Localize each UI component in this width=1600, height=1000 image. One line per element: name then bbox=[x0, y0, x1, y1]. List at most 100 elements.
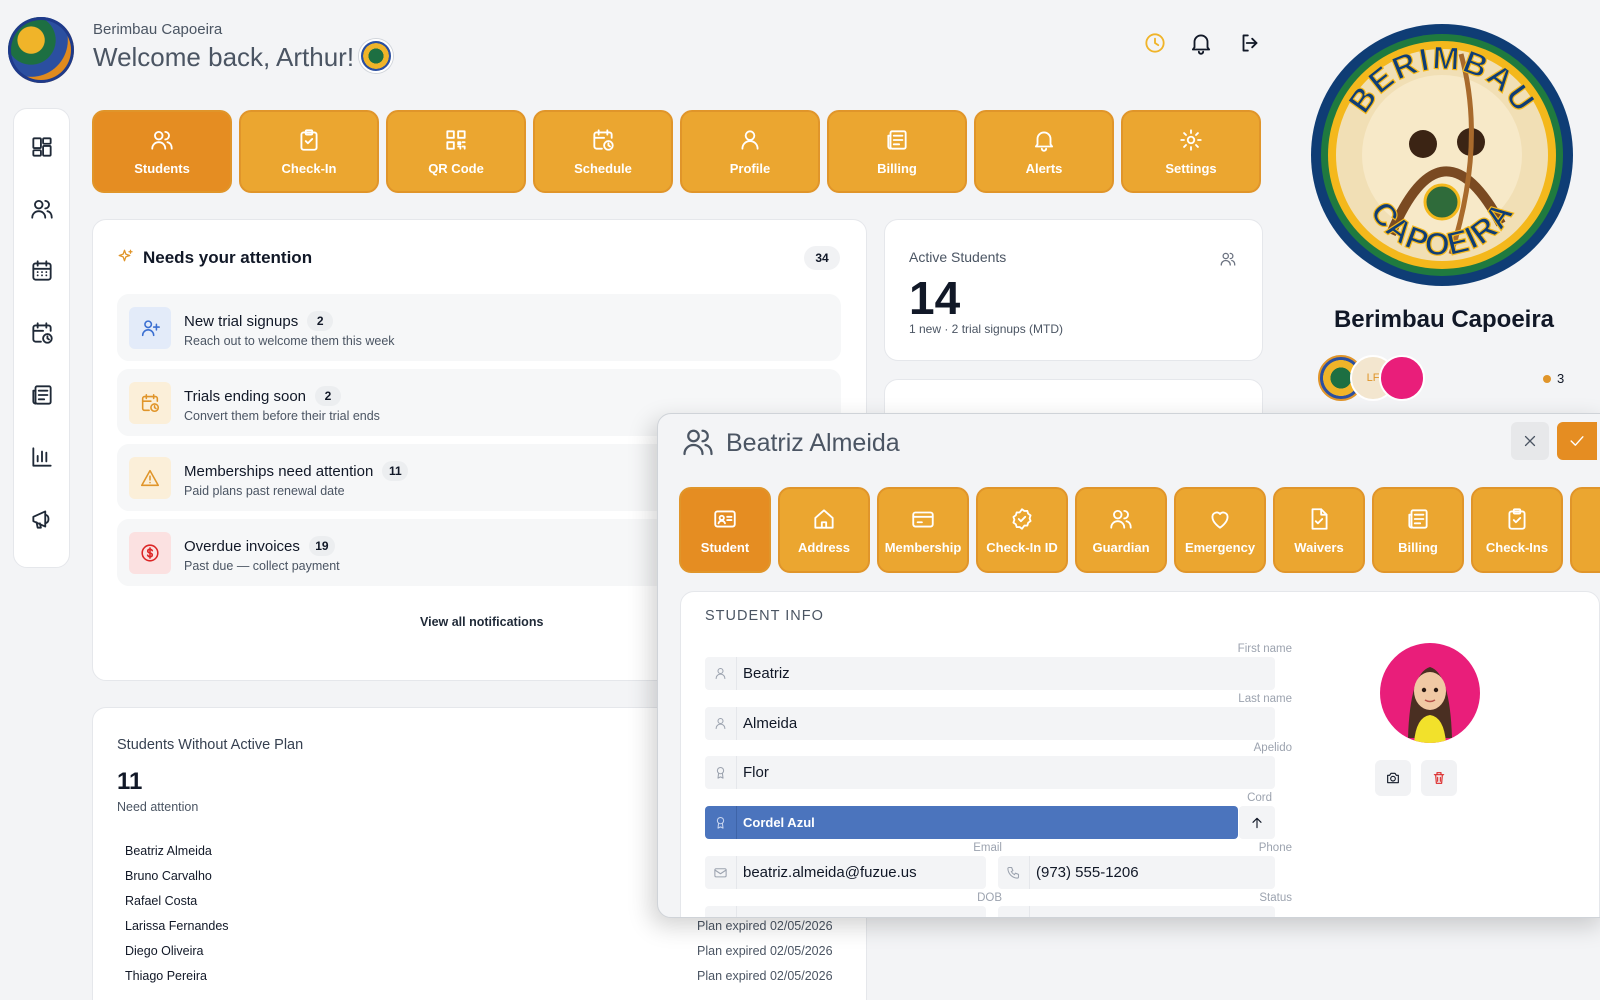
id-card-icon bbox=[714, 509, 736, 528]
tab-check-in-id[interactable]: Check-In ID bbox=[976, 487, 1068, 573]
tile-check-in[interactable]: Check-In bbox=[239, 110, 379, 193]
chart-icon[interactable] bbox=[29, 444, 55, 470]
first-name-field[interactable]: Beatriz bbox=[705, 657, 1275, 690]
tile-settings[interactable]: Settings bbox=[1121, 110, 1261, 193]
calendar-clock-icon bbox=[129, 382, 171, 424]
tile-label: Schedule bbox=[574, 161, 632, 176]
field-label: Last name bbox=[1238, 693, 1292, 705]
tile-billing[interactable]: Billing bbox=[827, 110, 967, 193]
calendar-icon bbox=[705, 906, 737, 917]
student-name[interactable]: Diego Oliveira bbox=[125, 944, 204, 958]
logout-icon[interactable] bbox=[1237, 30, 1263, 56]
tab-check-ins[interactable]: Check-Ins bbox=[1471, 487, 1563, 573]
mail-icon bbox=[705, 856, 737, 889]
close-icon bbox=[1524, 435, 1536, 447]
dollar-icon bbox=[129, 532, 171, 574]
attention-item-subtitle: Convert them before their trial ends bbox=[184, 409, 380, 423]
student-name[interactable]: Rafael Costa bbox=[125, 894, 197, 908]
megaphone-icon[interactable] bbox=[29, 506, 55, 532]
members-count: 3 bbox=[1557, 371, 1565, 386]
tile-profile[interactable]: Profile bbox=[680, 110, 820, 193]
tile-qr-code[interactable]: QR Code bbox=[386, 110, 526, 193]
user-avatar[interactable] bbox=[359, 39, 393, 73]
award-icon bbox=[705, 806, 737, 839]
first-name-value: Beatriz bbox=[743, 665, 790, 682]
tab-waivers[interactable]: Waivers bbox=[1273, 487, 1365, 573]
phone-field[interactable]: (973) 555-1206 bbox=[998, 856, 1275, 889]
status-field[interactable] bbox=[998, 906, 1275, 917]
field-label: Cord bbox=[1247, 792, 1272, 804]
cord-value: Cordel Azul bbox=[743, 815, 815, 830]
tab-label: Check-In ID bbox=[986, 539, 1058, 555]
field-label: Apelido bbox=[1253, 742, 1292, 754]
apelido-field[interactable]: Flor bbox=[705, 756, 1275, 789]
tab-label: Membership bbox=[884, 539, 962, 555]
attention-item-title: Overdue invoices bbox=[184, 537, 300, 555]
field-label: Status bbox=[1259, 892, 1292, 904]
view-all-notifications-link[interactable]: View all notifications bbox=[420, 615, 543, 629]
cord-select[interactable]: Cordel Azul bbox=[705, 806, 1238, 839]
user-icon bbox=[741, 130, 759, 150]
cord-sort-button[interactable] bbox=[1239, 806, 1275, 839]
tile-label: Check-In bbox=[281, 161, 337, 176]
tab-guardian[interactable]: Guardian bbox=[1075, 487, 1167, 573]
student-name[interactable]: Thiago Pereira bbox=[125, 969, 207, 983]
users-icon[interactable] bbox=[29, 196, 55, 222]
bell-icon bbox=[1034, 131, 1054, 152]
attention-item-count: 11 bbox=[382, 461, 409, 481]
member-avatar[interactable] bbox=[1379, 355, 1425, 401]
tab-address[interactable]: Address bbox=[778, 487, 870, 573]
attention-title: Needs your attention bbox=[143, 248, 313, 267]
heart-icon bbox=[1211, 511, 1229, 529]
bell-icon[interactable] bbox=[1188, 30, 1214, 56]
tab-label: Student bbox=[700, 539, 750, 555]
tab-emergency[interactable]: Emergency bbox=[1174, 487, 1266, 573]
capoeira-logo: BERIMBAU CAPOEIRA bbox=[1311, 24, 1573, 286]
tile-label: Students bbox=[134, 161, 190, 176]
attention-item-trial-signups[interactable]: New trial signups 2 Reach out to welcome … bbox=[117, 294, 841, 361]
tile-label: QR Code bbox=[428, 161, 484, 176]
student-name[interactable]: Beatriz Almeida bbox=[125, 844, 212, 858]
award-icon bbox=[705, 756, 737, 789]
attention-item-title: New trial signups bbox=[184, 312, 299, 330]
tile-label: Billing bbox=[877, 161, 917, 176]
field-label: First name bbox=[1237, 643, 1292, 655]
file-check-icon bbox=[1311, 507, 1328, 530]
calendar-clock-icon bbox=[593, 129, 614, 151]
student-name[interactable]: Larissa Fernandes bbox=[125, 919, 229, 933]
student-name[interactable]: Bruno Carvalho bbox=[125, 869, 212, 883]
tile-alerts[interactable]: Alerts bbox=[974, 110, 1114, 193]
tab-more[interactable] bbox=[1570, 487, 1600, 573]
dob-field[interactable] bbox=[705, 906, 986, 917]
tab-billing[interactable]: Billing bbox=[1372, 487, 1464, 573]
tab-label: Guardian bbox=[1092, 539, 1150, 555]
tile-students[interactable]: Students bbox=[92, 110, 232, 193]
tab-label: Billing bbox=[1398, 539, 1438, 555]
gear-icon bbox=[1180, 129, 1202, 151]
save-button[interactable] bbox=[1557, 422, 1597, 460]
phone-icon bbox=[998, 856, 1030, 889]
modal-title: Beatriz Almeida bbox=[726, 429, 900, 457]
tab-student[interactable]: Student bbox=[679, 487, 771, 573]
tab-membership[interactable]: Membership bbox=[877, 487, 969, 573]
schedule-icon[interactable] bbox=[29, 320, 55, 346]
upload-photo-button[interactable] bbox=[1375, 760, 1411, 796]
sidebar bbox=[13, 108, 70, 568]
kpi-subtitle: 1 new · 2 trial signups (MTD) bbox=[909, 322, 1064, 336]
news-icon[interactable] bbox=[29, 382, 55, 408]
close-button[interactable] bbox=[1511, 422, 1549, 460]
tab-label: Emergency bbox=[1184, 539, 1256, 555]
student-modal: Beatriz Almeida Student Address Membersh… bbox=[657, 413, 1600, 918]
dashboard-icon[interactable] bbox=[29, 134, 55, 160]
billing-icon bbox=[887, 130, 907, 150]
clock-icon[interactable] bbox=[1142, 30, 1168, 56]
arrow-up-icon bbox=[1252, 817, 1262, 828]
delete-photo-button[interactable] bbox=[1421, 760, 1457, 796]
tile-schedule[interactable]: Schedule bbox=[533, 110, 673, 193]
section-title: STUDENT INFO bbox=[705, 608, 824, 624]
last-name-field[interactable]: Almeida bbox=[705, 707, 1275, 740]
plan-expired-text: Plan expired 02/05/2026 bbox=[697, 969, 833, 983]
email-field[interactable]: beatriz.almeida@fuzue.us bbox=[705, 856, 986, 889]
calendar-icon[interactable] bbox=[29, 258, 55, 284]
users-icon bbox=[1110, 509, 1132, 529]
